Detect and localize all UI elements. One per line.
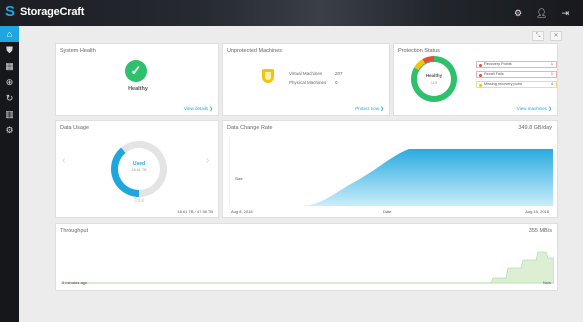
alert-row[interactable]: Recovery Points 1	[476, 61, 557, 68]
series-label: Size	[235, 176, 243, 181]
protect-now-link[interactable]: Protect now ❯	[355, 106, 384, 112]
unprotected-machines-card: Unprotected Machines Virtual Machines 20…	[222, 43, 390, 116]
logout-icon[interactable]: ⇥	[561, 8, 569, 18]
usage-footer: 18.61 TB / 47.38 TB	[177, 209, 213, 214]
bar-chart-icon[interactable]: ▥	[0, 106, 19, 122]
throughput-card: Throughput 355 MB/s 5 minutes ago Now	[55, 223, 558, 291]
gear-icon[interactable]: ⚙	[514, 8, 522, 18]
top-bar: S StorageCraft ⚙ 👤︎ ⇥	[0, 0, 583, 26]
total-label: Total	[133, 198, 145, 204]
x-axis-title: Date	[383, 209, 392, 214]
card-title: System Health	[60, 48, 96, 54]
data-usage-card: Data Usage ‹ › Used 18.61 TB Total 18.61…	[55, 120, 219, 218]
view-details-link[interactable]: View details ❯	[184, 106, 213, 112]
header-icons: ⚙ 👤︎ ⇥	[514, 8, 569, 18]
home-icon[interactable]: ⌂	[0, 26, 19, 42]
x-axis-end: Now	[542, 280, 551, 285]
map-icon[interactable]: ▦	[0, 58, 19, 74]
sidebar: ⌂ ⛊ ▦ ⊕ ↻ ▥ ⚙	[0, 26, 19, 322]
alert-label: Missing recovery point	[484, 82, 522, 86]
card-title: Protection Status	[398, 48, 440, 54]
x-axis-start: 5 minutes ago	[62, 280, 88, 285]
protection-status-card: Protection Status Healthy 115 Recovery P…	[393, 43, 558, 116]
shield-icon[interactable]: ⛊	[0, 42, 19, 58]
alert-count: 1	[550, 62, 553, 66]
x-axis-end: Aug 15, 2018	[525, 209, 549, 214]
alert-row[interactable]: Missing recovery point 4	[476, 81, 557, 88]
warning-shield-icon	[262, 69, 274, 83]
warning-dot-icon	[479, 83, 482, 87]
card-title: Data Usage	[60, 125, 90, 131]
physical-machines-count: 0	[335, 80, 338, 85]
expand-icon[interactable]: ⤡	[532, 31, 544, 41]
alert-label: Recall Fails	[484, 72, 504, 76]
throughput-area	[61, 251, 554, 284]
error-dot-icon	[479, 63, 482, 67]
donut-label: Healthy	[425, 73, 443, 78]
dashboard-controls: ⤡ ✕	[532, 31, 562, 41]
user-icon[interactable]: 👤︎	[536, 8, 547, 18]
view-machines-link[interactable]: View machines ❯	[517, 106, 552, 112]
check-circle-icon: ✓	[125, 60, 147, 82]
app-name: StorageCraft	[20, 6, 85, 18]
virtual-machines-label: Virtual Machines	[289, 71, 323, 76]
data-change-rate-card: Data Change Rate 349.8 GB/day Size Aug 8…	[222, 120, 558, 218]
card-title: Throughput	[60, 228, 89, 234]
health-status: Healthy	[128, 86, 148, 92]
error-dot-icon	[479, 73, 482, 77]
virtual-machines-count: 207	[335, 71, 343, 76]
used-value: 18.61 TB	[131, 168, 147, 172]
protection-donut-hole	[416, 61, 452, 97]
x-axis-start: Aug 8, 2018	[231, 209, 253, 214]
settings-gears-icon[interactable]: ⚙	[0, 122, 19, 138]
plus-circle-icon[interactable]: ⊕	[0, 74, 19, 90]
donut-count: 115	[430, 80, 438, 85]
refresh-icon[interactable]: ↻	[0, 90, 19, 106]
change-rate-value: 349.8 GB/day	[518, 125, 552, 131]
throughput-area-chart	[61, 251, 554, 284]
storagecraft-logo-icon: S	[5, 3, 16, 20]
card-title: Data Change Rate	[227, 125, 273, 131]
alert-count: 1	[550, 72, 553, 76]
system-health-card: System Health ✓ Healthy View details ❯	[55, 43, 219, 116]
close-icon[interactable]: ✕	[550, 31, 562, 41]
physical-machines-label: Physical Machines	[289, 80, 327, 85]
alert-row[interactable]: Recall Fails 1	[476, 71, 557, 78]
logo[interactable]: S StorageCraft	[5, 3, 85, 20]
alert-label: Recovery Points	[484, 62, 512, 66]
chevron-left-icon[interactable]: ‹	[62, 155, 65, 166]
used-label: Used	[132, 161, 146, 167]
change-rate-area	[229, 149, 553, 206]
chevron-right-icon[interactable]: ›	[206, 155, 209, 166]
throughput-value: 355 MB/s	[528, 228, 552, 234]
change-rate-area-chart	[229, 139, 553, 206]
card-title: Unprotected Machines	[227, 48, 283, 54]
alert-count: 4	[550, 82, 553, 86]
